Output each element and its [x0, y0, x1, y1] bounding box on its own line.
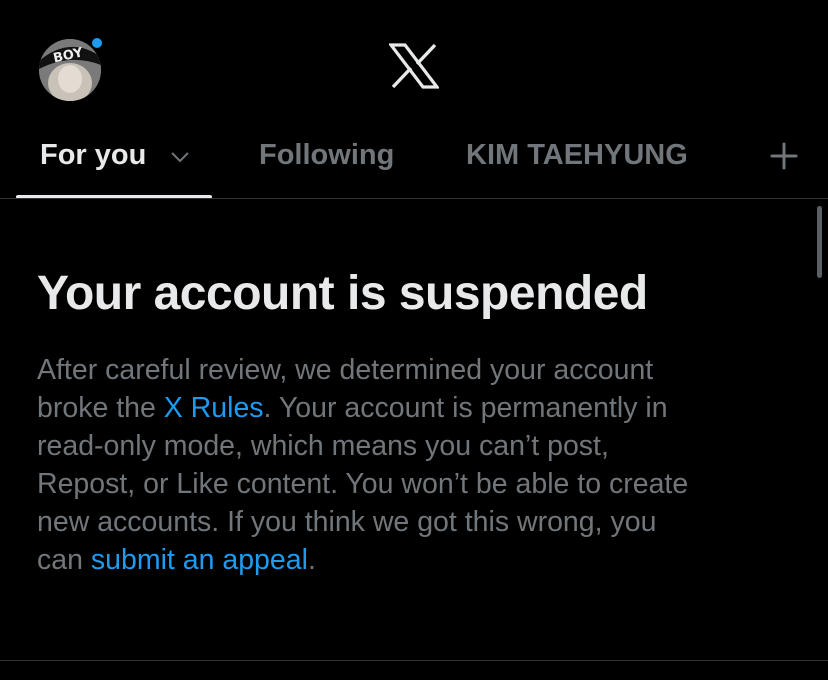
message-line: After careful review, we determined your…: [37, 354, 654, 386]
message-line: read-only mode, which means you can’t po…: [37, 430, 609, 462]
tabs-divider: [0, 198, 828, 199]
plus-icon[interactable]: [770, 142, 798, 170]
x-rules-link[interactable]: X Rules: [164, 392, 264, 424]
profile-avatar[interactable]: BOY: [39, 39, 101, 101]
avatar-photo: BOY: [39, 39, 101, 101]
suspension-title: Your account is suspended: [37, 267, 648, 320]
chevron-down-icon[interactable]: [170, 150, 190, 164]
message-line: Repost, or Like content. You won’t be ab…: [37, 468, 689, 500]
tab-kim-taehyung[interactable]: KIM TAEHYUNG: [466, 139, 688, 172]
notification-dot: [92, 38, 102, 48]
message-text: . Your account is permanently in: [263, 392, 668, 424]
scrollbar-thumb[interactable]: [817, 206, 822, 278]
timeline-tabs: For you Following KIM TAEHYUNG: [0, 120, 828, 199]
tab-for-you-label: For you: [40, 139, 147, 171]
content-divider: [0, 660, 828, 661]
message-line: can submit an appeal.: [37, 541, 797, 579]
message-line: broke the X Rules. Your account is perma…: [37, 389, 797, 427]
tab-following-label: Following: [259, 139, 395, 171]
suspension-message: After careful review, we determined your…: [37, 351, 797, 579]
x-logo-icon[interactable]: [387, 43, 441, 89]
submit-appeal-link[interactable]: submit an appeal: [91, 544, 308, 576]
tab-for-you[interactable]: For you: [40, 139, 146, 172]
message-text: .: [307, 544, 316, 576]
message-line: new accounts. If you think we got this w…: [37, 506, 657, 538]
tab-kim-taehyung-label: KIM TAEHYUNG: [466, 139, 688, 171]
message-text: can: [37, 544, 91, 576]
tab-following[interactable]: Following: [259, 139, 394, 172]
message-text: broke the: [37, 392, 164, 424]
